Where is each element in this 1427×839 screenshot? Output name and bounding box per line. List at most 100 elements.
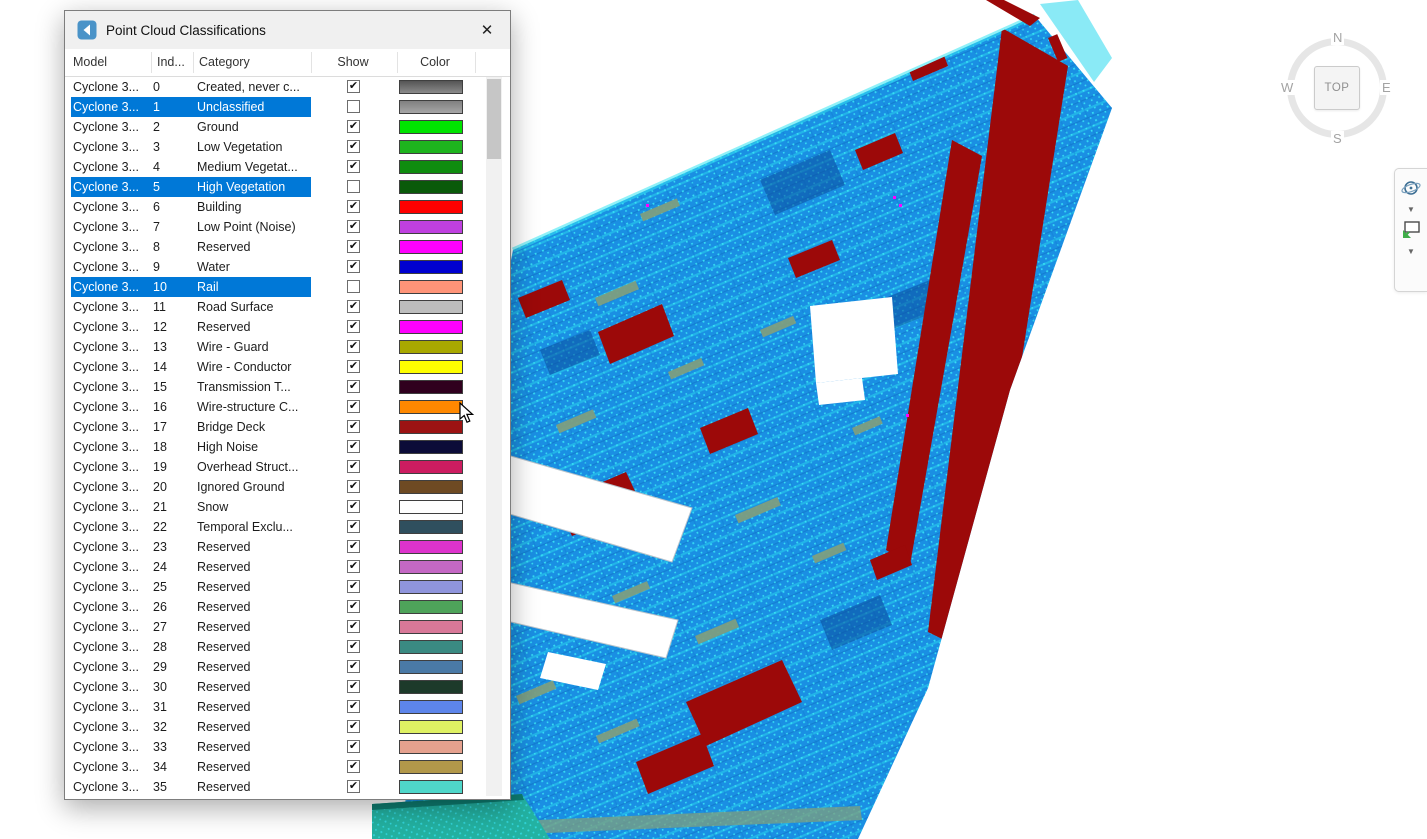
show-checkbox[interactable]: [347, 280, 360, 293]
classification-row[interactable]: Cyclone 3... 27 Reserved: [65, 617, 483, 637]
classification-row[interactable]: Cyclone 3... 9 Water: [65, 257, 483, 277]
color-swatch[interactable]: [399, 80, 463, 94]
color-swatch[interactable]: [399, 640, 463, 654]
row-main-cells[interactable]: Cyclone 3... 31 Reserved: [71, 697, 311, 717]
color-swatch[interactable]: [399, 160, 463, 174]
column-header-show[interactable]: Show: [311, 49, 395, 76]
show-checkbox[interactable]: [347, 600, 360, 613]
show-checkbox[interactable]: [347, 260, 360, 273]
show-checkbox[interactable]: [347, 660, 360, 673]
classification-row[interactable]: Cyclone 3... 12 Reserved: [65, 317, 483, 337]
color-swatch[interactable]: [399, 740, 463, 754]
color-swatch[interactable]: [399, 360, 463, 374]
row-main-cells[interactable]: Cyclone 3... 6 Building: [71, 197, 311, 217]
color-swatch[interactable]: [399, 200, 463, 214]
color-swatch[interactable]: [399, 660, 463, 674]
color-swatch[interactable]: [399, 780, 463, 794]
show-checkbox[interactable]: [347, 160, 360, 173]
color-swatch[interactable]: [399, 380, 463, 394]
row-main-cells[interactable]: Cyclone 3... 9 Water: [71, 257, 311, 277]
color-swatch[interactable]: [399, 100, 463, 114]
column-header-color[interactable]: Color: [395, 49, 475, 76]
row-main-cells[interactable]: Cyclone 3... 25 Reserved: [71, 577, 311, 597]
row-main-cells[interactable]: Cyclone 3... 18 High Noise: [71, 437, 311, 457]
show-checkbox[interactable]: [347, 720, 360, 733]
color-swatch[interactable]: [399, 560, 463, 574]
row-main-cells[interactable]: Cyclone 3... 17 Bridge Deck: [71, 417, 311, 437]
classification-row[interactable]: Cyclone 3... 0 Created, never c...: [65, 77, 483, 97]
column-header-index[interactable]: Ind...: [157, 49, 185, 76]
classification-row[interactable]: Cyclone 3... 24 Reserved: [65, 557, 483, 577]
color-swatch[interactable]: [399, 700, 463, 714]
classification-row[interactable]: Cyclone 3... 34 Reserved: [65, 757, 483, 777]
compass-east-label[interactable]: E: [1380, 80, 1393, 95]
show-checkbox[interactable]: [347, 220, 360, 233]
classification-row[interactable]: Cyclone 3... 15 Transmission T...: [65, 377, 483, 397]
compass-west-label[interactable]: W: [1279, 80, 1295, 95]
show-checkbox[interactable]: [347, 680, 360, 693]
show-checkbox[interactable]: [347, 740, 360, 753]
show-checkbox[interactable]: [347, 500, 360, 513]
color-swatch[interactable]: [399, 480, 463, 494]
classification-row[interactable]: Cyclone 3... 5 High Vegetation: [65, 177, 483, 197]
row-main-cells[interactable]: Cyclone 3... 11 Road Surface: [71, 297, 311, 317]
row-main-cells[interactable]: Cyclone 3... 21 Snow: [71, 497, 311, 517]
dialog-titlebar[interactable]: Point Cloud Classifications ✕: [65, 11, 510, 49]
classification-row[interactable]: Cyclone 3... 31 Reserved: [65, 697, 483, 717]
show-checkbox[interactable]: [347, 700, 360, 713]
show-checkbox[interactable]: [347, 780, 360, 793]
show-checkbox[interactable]: [347, 380, 360, 393]
row-main-cells[interactable]: Cyclone 3... 5 High Vegetation: [71, 177, 311, 197]
row-main-cells[interactable]: Cyclone 3... 14 Wire - Conductor: [71, 357, 311, 377]
classification-row[interactable]: Cyclone 3... 33 Reserved: [65, 737, 483, 757]
color-swatch[interactable]: [399, 340, 463, 354]
classification-row[interactable]: Cyclone 3... 30 Reserved: [65, 677, 483, 697]
row-main-cells[interactable]: Cyclone 3... 20 Ignored Ground: [71, 477, 311, 497]
table-scrollbar[interactable]: [486, 77, 502, 796]
color-swatch[interactable]: [399, 500, 463, 514]
classification-row[interactable]: Cyclone 3... 10 Rail: [65, 277, 483, 297]
color-swatch[interactable]: [399, 420, 463, 434]
show-checkbox[interactable]: [347, 560, 360, 573]
show-checkbox[interactable]: [347, 240, 360, 253]
color-swatch[interactable]: [399, 620, 463, 634]
compass-south-label[interactable]: S: [1331, 131, 1344, 146]
row-main-cells[interactable]: Cyclone 3... 23 Reserved: [71, 537, 311, 557]
classification-row[interactable]: Cyclone 3... 23 Reserved: [65, 537, 483, 557]
classification-row[interactable]: Cyclone 3... 20 Ignored Ground: [65, 477, 483, 497]
color-swatch[interactable]: [399, 720, 463, 734]
scrollbar-thumb[interactable]: [487, 79, 501, 159]
row-main-cells[interactable]: Cyclone 3... 34 Reserved: [71, 757, 311, 777]
show-checkbox[interactable]: [347, 480, 360, 493]
row-main-cells[interactable]: Cyclone 3... 35 Reserved: [71, 777, 311, 797]
show-checkbox[interactable]: [347, 420, 360, 433]
view-compass[interactable]: N W E S TOP: [1277, 28, 1397, 148]
classification-row[interactable]: Cyclone 3... 14 Wire - Conductor: [65, 357, 483, 377]
color-swatch[interactable]: [399, 580, 463, 594]
row-main-cells[interactable]: Cyclone 3... 16 Wire-structure C...: [71, 397, 311, 417]
show-checkbox[interactable]: [347, 300, 360, 313]
classification-row[interactable]: Cyclone 3... 13 Wire - Guard: [65, 337, 483, 357]
compass-north-label[interactable]: N: [1331, 30, 1344, 45]
row-main-cells[interactable]: Cyclone 3... 28 Reserved: [71, 637, 311, 657]
close-button[interactable]: ✕: [464, 11, 510, 49]
row-main-cells[interactable]: Cyclone 3... 24 Reserved: [71, 557, 311, 577]
show-checkbox[interactable]: [347, 180, 360, 193]
color-swatch[interactable]: [399, 460, 463, 474]
row-main-cells[interactable]: Cyclone 3... 1 Unclassified: [71, 97, 311, 117]
show-checkbox[interactable]: [347, 540, 360, 553]
color-swatch[interactable]: [399, 240, 463, 254]
classification-row[interactable]: Cyclone 3... 6 Building: [65, 197, 483, 217]
classification-row[interactable]: Cyclone 3... 17 Bridge Deck: [65, 417, 483, 437]
classification-row[interactable]: Cyclone 3... 11 Road Surface: [65, 297, 483, 317]
classification-row[interactable]: Cyclone 3... 26 Reserved: [65, 597, 483, 617]
color-swatch[interactable]: [399, 600, 463, 614]
classification-row[interactable]: Cyclone 3... 3 Low Vegetation: [65, 137, 483, 157]
row-main-cells[interactable]: Cyclone 3... 29 Reserved: [71, 657, 311, 677]
classification-row[interactable]: Cyclone 3... 21 Snow: [65, 497, 483, 517]
color-swatch[interactable]: [399, 120, 463, 134]
color-swatch[interactable]: [399, 260, 463, 274]
color-swatch[interactable]: [399, 180, 463, 194]
row-main-cells[interactable]: Cyclone 3... 27 Reserved: [71, 617, 311, 637]
classification-row[interactable]: Cyclone 3... 18 High Noise: [65, 437, 483, 457]
